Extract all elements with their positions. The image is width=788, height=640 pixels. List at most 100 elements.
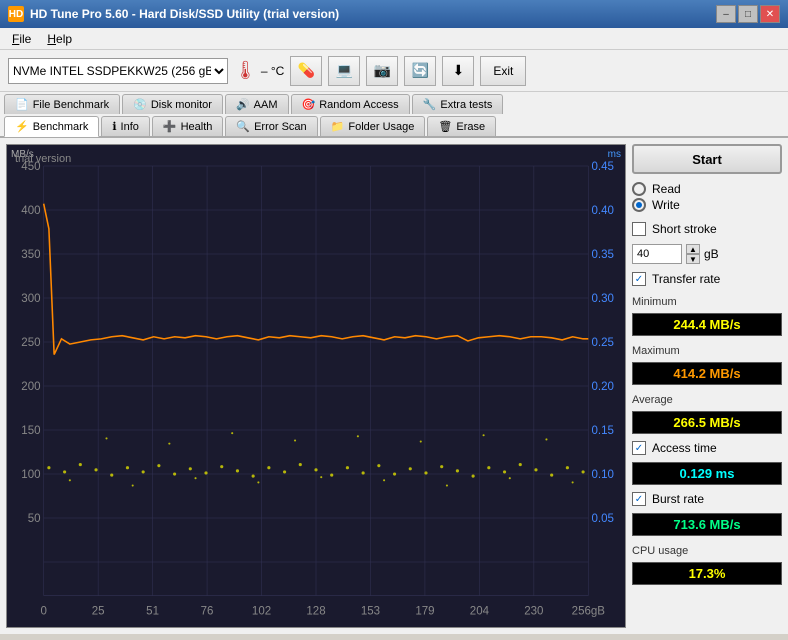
read-radio[interactable] <box>632 182 646 196</box>
title-text: HD Tune Pro 5.60 - Hard Disk/SSD Utility… <box>30 7 339 21</box>
file-benchmark-icon: 📄 <box>15 98 29 111</box>
short-stroke-input[interactable] <box>632 244 682 264</box>
aam-icon: 🔊 <box>236 98 250 111</box>
tab-error-scan[interactable]: 🔍 Error Scan <box>225 116 317 136</box>
svg-text:150: 150 <box>21 425 40 437</box>
svg-text:102: 102 <box>252 605 271 617</box>
download-icon-btn[interactable]: ⬇ <box>442 56 474 86</box>
access-time-checkbox[interactable]: ✓ <box>632 441 646 455</box>
drive-selector[interactable]: NVMe INTEL SSDPEKKW25 (256 gB) <box>8 58 228 84</box>
write-radio-item[interactable]: Write <box>632 198 782 212</box>
svg-text:128: 128 <box>306 605 325 617</box>
ms-label: ms <box>608 149 621 160</box>
short-stroke-value-row: ▲ ▼ gB <box>632 244 782 264</box>
svg-text:25: 25 <box>92 605 105 617</box>
access-time-label: Access time <box>652 441 717 455</box>
tab-health[interactable]: ➕ Health <box>152 116 224 136</box>
maximize-button[interactable]: □ <box>738 5 758 23</box>
benchmark-icon: ⚡ <box>15 120 29 133</box>
minimum-label: Minimum <box>632 296 782 308</box>
svg-text:179: 179 <box>415 605 434 617</box>
short-stroke-spinner[interactable]: ▲ ▼ <box>686 244 700 264</box>
close-button[interactable]: ✕ <box>760 5 780 23</box>
short-stroke-checkbox[interactable] <box>632 222 646 236</box>
svg-text:100: 100 <box>21 469 40 481</box>
access-time-row: ✓ Access time <box>632 441 782 455</box>
burst-rate-label: Burst rate <box>652 492 704 506</box>
burst-rate-row: ✓ Burst rate <box>632 492 782 506</box>
transfer-rate-checkbox[interactable]: ✓ <box>632 272 646 286</box>
read-label: Read <box>652 182 681 196</box>
extra-tests-icon: 🔧 <box>423 98 437 111</box>
error-scan-icon: 🔍 <box>236 120 250 133</box>
svg-text:204: 204 <box>470 605 490 617</box>
refresh-icon-btn[interactable]: 🔄 <box>404 56 436 86</box>
app-icon: HD <box>8 6 24 22</box>
transfer-rate-row: ✓ Transfer rate <box>632 272 782 286</box>
access-time-value: 0.129 ms <box>632 462 782 485</box>
spin-up-arrow[interactable]: ▲ <box>686 244 700 254</box>
erase-icon: 🗑 <box>438 120 452 133</box>
write-radio[interactable] <box>632 198 646 212</box>
read-radio-item[interactable]: Read <box>632 182 782 196</box>
svg-text:0: 0 <box>40 605 46 617</box>
svg-text:0.35: 0.35 <box>591 249 613 261</box>
burst-rate-value: 713.6 MB/s <box>632 513 782 536</box>
exit-button[interactable]: Exit <box>480 56 526 86</box>
tab-disk-monitor[interactable]: 💿 Disk monitor <box>122 94 223 114</box>
burst-rate-checkbox[interactable]: ✓ <box>632 492 646 506</box>
tab-aam[interactable]: 🔊 AAM <box>225 94 289 114</box>
health-icon: ➕ <box>163 120 177 133</box>
tab-file-benchmark[interactable]: 📄 File Benchmark <box>4 94 120 114</box>
svg-text:300: 300 <box>21 293 40 305</box>
transfer-rate-label: Transfer rate <box>652 272 720 286</box>
svg-text:51: 51 <box>146 605 159 617</box>
svg-text:153: 153 <box>361 605 380 617</box>
health-icon-btn[interactable]: 💊 <box>290 56 322 86</box>
svg-text:0.45: 0.45 <box>591 161 613 173</box>
disk-monitor-icon: 💿 <box>133 98 147 111</box>
svg-text:0.40: 0.40 <box>591 205 613 217</box>
maximum-label: Maximum <box>632 345 782 357</box>
cpu-usage-value: 17.3% <box>632 562 782 585</box>
short-stroke-unit: gB <box>704 247 719 261</box>
tab-extra-tests[interactable]: 🔧 Extra tests <box>412 94 504 114</box>
maximum-value: 414.2 MB/s <box>632 362 782 385</box>
svg-text:0.30: 0.30 <box>591 293 613 305</box>
toolbar: NVMe INTEL SSDPEKKW25 (256 gB) 🌡 – °C 💊 … <box>0 50 788 92</box>
svg-text:256gB: 256gB <box>572 605 606 617</box>
svg-text:400: 400 <box>21 205 40 217</box>
info-icon-btn[interactable]: 💻 <box>328 56 360 86</box>
chart-svg: 450 400 350 300 250 200 150 100 50 0.45 … <box>7 145 625 627</box>
title-bar: HD HD Tune Pro 5.60 - Hard Disk/SSD Util… <box>0 0 788 28</box>
read-write-group: Read Write <box>632 182 782 212</box>
right-panel: Start Read Write Short stroke ▲ ▼ gB <box>632 144 782 628</box>
svg-text:0.20: 0.20 <box>591 381 613 393</box>
short-stroke-row: Short stroke <box>632 222 782 236</box>
svg-text:0.15: 0.15 <box>591 425 613 437</box>
tab-folder-usage[interactable]: 📁 Folder Usage <box>320 116 426 136</box>
write-label: Write <box>652 198 680 212</box>
camera-icon-btn[interactable]: 📷 <box>366 56 398 86</box>
tab-benchmark[interactable]: ⚡ Benchmark <box>4 116 99 137</box>
spin-down-arrow[interactable]: ▼ <box>686 254 700 264</box>
minimize-button[interactable]: – <box>716 5 736 23</box>
svg-text:230: 230 <box>524 605 543 617</box>
info-icon: ℹ <box>112 120 116 133</box>
tab-random-access[interactable]: 🎯 Random Access <box>291 94 410 114</box>
menu-help[interactable]: Help <box>39 30 80 48</box>
svg-text:0.05: 0.05 <box>591 513 613 525</box>
tabs-container: 📄 File Benchmark 💿 Disk monitor 🔊 AAM 🎯 … <box>0 92 788 138</box>
tab-row-2: ⚡ Benchmark ℹ Info ➕ Health 🔍 Error Scan… <box>0 114 788 136</box>
menu-file[interactable]: File <box>4 30 39 48</box>
thermometer-icon: 🌡 <box>234 60 257 81</box>
minimum-value: 244.4 MB/s <box>632 313 782 336</box>
tab-info[interactable]: ℹ Info <box>101 116 150 136</box>
start-button[interactable]: Start <box>632 144 782 174</box>
svg-text:0.25: 0.25 <box>591 337 613 349</box>
random-access-icon: 🎯 <box>302 98 316 111</box>
tab-erase[interactable]: 🗑 Erase <box>427 116 496 136</box>
main-content: MB/s ms trial version <box>0 138 788 634</box>
svg-text:76: 76 <box>201 605 214 617</box>
folder-usage-icon: 📁 <box>331 120 345 133</box>
